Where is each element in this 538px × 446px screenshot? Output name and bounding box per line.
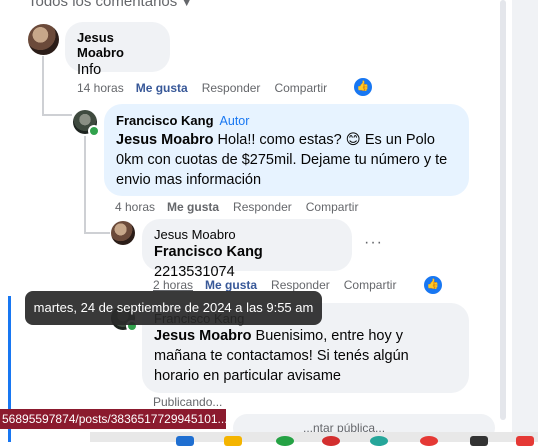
online-status-icon bbox=[88, 125, 100, 137]
status-bar-url: 56895597874/posts/3836517729945101... bbox=[0, 409, 226, 429]
reply-button[interactable]: Responder bbox=[271, 278, 330, 292]
thread-line bbox=[84, 232, 110, 234]
chevron-down-icon: ▼ bbox=[181, 0, 193, 9]
more-options-icon[interactable]: ··· bbox=[364, 234, 383, 252]
taskbar-app-icon[interactable] bbox=[370, 436, 388, 446]
share-button[interactable]: Compartir bbox=[344, 278, 397, 292]
like-reaction-icon[interactable]: 👍 bbox=[422, 274, 444, 296]
like-button[interactable]: Me gusta bbox=[205, 278, 257, 292]
share-button[interactable]: Compartir bbox=[274, 81, 327, 95]
like-button[interactable]: Me gusta bbox=[167, 200, 219, 214]
avatar[interactable] bbox=[111, 221, 135, 245]
comments-filter-label: Todos los comentarios bbox=[28, 0, 178, 10]
comment-text: Jesus Moabro Buenisimo, entre hoy y maña… bbox=[154, 326, 457, 386]
comment-actions: 4 horas Me gusta Responder Compartir bbox=[115, 200, 372, 214]
taskbar-app-icon[interactable] bbox=[516, 436, 534, 446]
share-button[interactable]: Compartir bbox=[306, 200, 359, 214]
mention-link[interactable]: Jesus Moabro bbox=[116, 132, 214, 148]
comment-text: Francisco Kang 2213531074 bbox=[154, 242, 340, 282]
comment-text: Info bbox=[77, 62, 102, 78]
mention-link[interactable]: Francisco Kang bbox=[154, 244, 263, 260]
comment-time[interactable]: 14 horas bbox=[77, 81, 124, 95]
publishing-status: Publicando... bbox=[153, 395, 223, 409]
taskbar-app-icon[interactable] bbox=[470, 436, 488, 446]
thread-line bbox=[84, 136, 86, 234]
author-badge: Autor bbox=[219, 114, 250, 128]
mention-link[interactable]: Jesus Moabro bbox=[154, 328, 252, 344]
taskbar-app-icon[interactable] bbox=[276, 436, 294, 446]
thread-line bbox=[42, 114, 72, 116]
right-panel bbox=[512, 0, 538, 442]
taskbar-app-icon[interactable] bbox=[224, 436, 242, 446]
comment-bubble: Francisco Kang Autor Jesus Moabro Hola!! … bbox=[104, 104, 469, 196]
comment-author[interactable]: Jesus Moabro bbox=[154, 227, 340, 242]
taskbar-app-icon[interactable] bbox=[322, 436, 340, 446]
reply-button[interactable]: Responder bbox=[233, 200, 292, 214]
avatar[interactable] bbox=[28, 24, 59, 55]
comment-author[interactable]: Francisco Kang bbox=[116, 113, 214, 128]
scrollbar[interactable] bbox=[500, 0, 506, 420]
like-button[interactable]: Me gusta bbox=[136, 81, 188, 95]
comment-bubble: Jesus Moabro Info bbox=[65, 22, 170, 78]
comment-actions: 2 horas Me gusta Responder Compartir bbox=[153, 278, 410, 292]
comment-bubble: Jesus Moabro Francisco Kang 2213531074 bbox=[142, 219, 352, 280]
timestamp-tooltip: martes, 24 de septiembre de 2024 a las 9… bbox=[25, 291, 322, 325]
like-reaction-icon[interactable]: 👍 bbox=[352, 76, 374, 98]
comment-time[interactable]: 4 horas bbox=[115, 200, 155, 214]
taskbar-app-icon[interactable] bbox=[420, 436, 438, 446]
comment-author[interactable]: Jesus Moabro bbox=[77, 30, 158, 60]
taskbar-app-icon[interactable] bbox=[176, 436, 194, 446]
comment-actions: 14 horas Me gusta Responder Compartir bbox=[77, 81, 341, 95]
comments-filter[interactable]: Todos los comentarios ▼ bbox=[28, 0, 192, 10]
comment-text: Jesus Moabro Hola!! como estas? 😊 Es un … bbox=[116, 130, 457, 190]
reply-button[interactable]: Responder bbox=[202, 81, 261, 95]
comment-time[interactable]: 2 horas bbox=[153, 278, 193, 292]
thread-line bbox=[42, 56, 44, 116]
